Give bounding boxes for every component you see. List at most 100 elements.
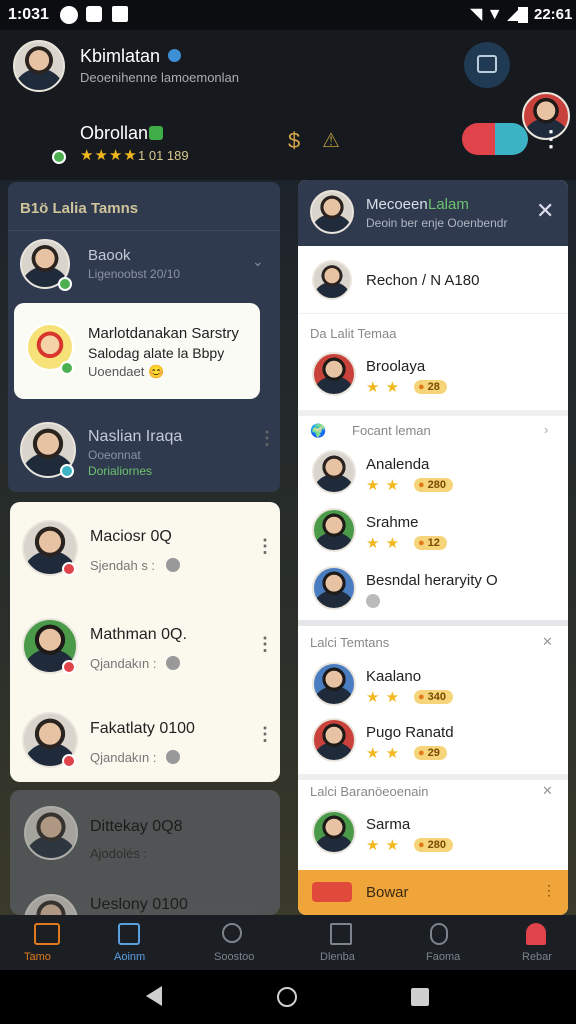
more-icon[interactable]: ⋮ [540, 126, 562, 152]
nav-item-search[interactable]: Soostoo [192, 915, 288, 970]
section-header: Lalci Temtans [310, 635, 390, 650]
close-icon[interactable]: ✕ [542, 783, 553, 799]
list-item[interactable]: Srahme ★ ★ 12 [298, 504, 568, 560]
avatar [312, 508, 356, 552]
message-bubble[interactable]: Marlotdanakan Sarstry Salodag alate la B… [14, 303, 260, 399]
list-item[interactable]: Rechon / N A180 [298, 250, 568, 314]
list-item[interactable]: Naslian Iraqa Ooeonnat Dorialiornes ⋮ [8, 410, 280, 492]
list-item-name: Baook [88, 247, 131, 264]
card-name: Ueslony 0100 [90, 896, 188, 913]
rating-stars: ★ ★ [366, 745, 401, 762]
list-item[interactable]: Broolaya ★ ★ 28 [298, 348, 568, 404]
list-icon [330, 923, 352, 945]
nav-item-home[interactable]: Tamo [0, 915, 96, 970]
avatar [312, 450, 356, 494]
more-icon[interactable]: ⋮ [256, 634, 274, 655]
list-item[interactable]: Ueslony 0100 [10, 888, 280, 915]
nav-label: Dlenba [320, 951, 355, 963]
contact-card-list: Maciosr 0Q Sjendah s : ⋮ Mathman 0Q. Qja… [10, 502, 280, 782]
card-name: Maciosr 0Q [90, 528, 172, 545]
app-icon [86, 6, 102, 22]
rating-stars: ★ ★ [366, 477, 401, 494]
nav-item-more[interactable]: Rebar [480, 915, 576, 970]
avatar [312, 810, 356, 854]
card-name: Fakatlaty 0100 [90, 720, 195, 737]
coin-badge: 12 [414, 536, 447, 550]
currency-icon[interactable]: $ [288, 128, 300, 154]
nav-item-list[interactable]: Dlenba [288, 915, 384, 970]
list-item[interactable]: Sarma ★ ★ 280 [298, 806, 568, 862]
avatar [312, 662, 356, 706]
nav-label: Aoinm [114, 951, 146, 963]
nav-label: Soostoo [214, 951, 255, 963]
section-icon: 🌍 [310, 423, 327, 438]
card-sub: Qjandakın : [90, 656, 157, 671]
chevron-down-icon[interactable]: ⌄ [252, 253, 264, 270]
panel-subtitle: Deoin ber enje Ooenbendr [366, 216, 508, 230]
section-divider [298, 410, 568, 416]
nav-item-profile[interactable]: Faoma [384, 915, 480, 970]
bubble-line-1: Marlotdanakan Sarstry [88, 325, 239, 342]
notification-icon [60, 6, 78, 24]
online-icon [60, 464, 74, 478]
header-username: Kbimlatan [80, 46, 161, 66]
alert-icon[interactable]: ⚠ [322, 128, 340, 153]
footer-label: Bowar [366, 884, 409, 901]
panel-title-b: Lalam [428, 196, 469, 213]
list-item[interactable]: Besndal heraryity O [298, 562, 568, 616]
list-item-name: Naslian Iraqa [88, 428, 183, 445]
list-item[interactable]: Analenda ★ ★ 280 [298, 446, 568, 502]
list-item[interactable]: Dittekay 0Q8 Ajodolés : [10, 798, 280, 878]
more-icon: ⋮ [542, 882, 556, 898]
back-icon[interactable] [146, 986, 162, 1006]
list-item[interactable]: Mathman 0Q. Qjandakın : ⋮ [10, 610, 280, 700]
info-icon [166, 656, 180, 670]
chat-icon [477, 55, 497, 73]
action-pill[interactable] [462, 123, 528, 155]
avatar [312, 566, 356, 610]
list-item[interactable]: Fakatlaty 0100 Qjandakın : ⋮ [10, 704, 280, 782]
panel-footer-button[interactable]: Bowar ⋮ [298, 870, 568, 915]
rating-stars: ★★★★ [80, 147, 138, 164]
close-icon[interactable]: ✕ [542, 634, 553, 650]
bubble-line-3: Uoendaet 😊 [88, 364, 165, 379]
battery-icon [518, 7, 528, 23]
status-time-left: 1:031 [8, 6, 49, 23]
info-icon [166, 558, 180, 572]
profile-icon [430, 923, 448, 945]
list-item[interactable]: Kaalano ★ ★ 340 [298, 658, 568, 714]
verified-icon [166, 47, 183, 64]
chevron-right-icon[interactable]: › [544, 422, 548, 437]
rating-value: 1 01 189 [138, 148, 189, 163]
list-item[interactable]: Maciosr 0Q Sjendah s : ⋮ [10, 512, 280, 602]
list-item[interactable]: Pugo Ranatd ★ ★ 29 [298, 714, 568, 770]
card-name: Mathman 0Q. [90, 626, 187, 643]
panel-title-a: Mecoeen [366, 196, 428, 213]
recents-icon[interactable] [411, 988, 429, 1006]
left-panel-title: B1ö Lalia Tamns [20, 200, 139, 217]
search-icon [222, 923, 242, 943]
avatar[interactable] [13, 40, 65, 92]
nav-item-admin[interactable]: Aoinm [96, 915, 192, 970]
online-icon [52, 150, 66, 164]
list-item[interactable]: Baook Ligenoobst 20/10 ⌄ [8, 230, 280, 296]
more-icon[interactable]: ⋮ [258, 428, 276, 449]
status-icon [62, 660, 76, 674]
nav-label: Faoma [426, 951, 461, 963]
more-icon[interactable]: ⋮ [256, 536, 274, 557]
info-icon [166, 750, 180, 764]
more-icon[interactable]: ⋮ [256, 724, 274, 745]
top-item-label: Rechon / N A180 [366, 272, 480, 289]
avatar [312, 718, 356, 762]
status-time-right: 22:61 [534, 6, 573, 23]
avatar [24, 806, 78, 860]
home-circle-icon[interactable] [277, 987, 297, 1007]
card-sub: Sjendah s : [90, 558, 156, 573]
close-icon[interactable]: ✕ [536, 198, 554, 224]
coin-badge: 280 [414, 838, 454, 852]
item-name: Sarma [366, 816, 411, 833]
card-sub: Qjandakın : [90, 750, 157, 765]
item-name: Pugo Ranatd [366, 724, 454, 741]
chat-button[interactable] [464, 42, 510, 88]
item-name: Srahme [366, 514, 419, 531]
